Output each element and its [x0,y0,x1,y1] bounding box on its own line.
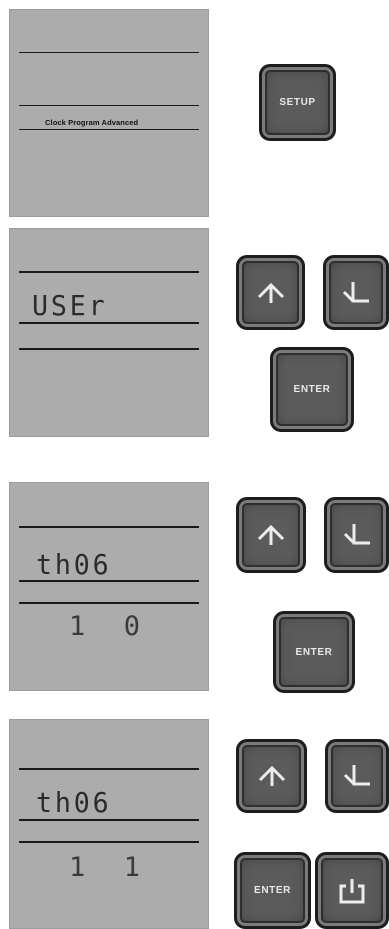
lcd-separator [19,526,199,528]
lcd-main-readout: th06 [36,548,112,581]
lcd-main-readout: th06 [36,786,112,819]
enter-button-label: ENTER [295,646,333,658]
enter-button[interactable]: ENTER [273,611,355,693]
lcd-separator [19,105,199,106]
enter-button[interactable]: ENTER [270,347,354,432]
arrow-up-icon [257,282,284,303]
lcd-separator [19,768,199,770]
enter-button-label: ENTER [254,885,291,896]
arrow-down-icon [342,281,369,302]
power-icon [339,878,365,903]
down-button[interactable] [323,255,389,330]
lcd-display-user: USEr [9,228,209,437]
enter-button-label: ENTER [293,384,331,395]
up-button[interactable] [236,497,306,573]
lcd-sub-readout: 1 1 [69,852,143,883]
lcd-separator [19,52,199,53]
lcd-menu-caption: Clock Program Advanced [45,118,139,127]
lcd-separator [19,819,199,821]
setup-button-label: SETUP [279,97,316,108]
power-button[interactable] [315,852,389,929]
setup-button[interactable]: SETUP [259,64,336,141]
lcd-main-readout: USEr [32,289,108,322]
lcd-separator [19,841,199,843]
enter-button[interactable]: ENTER [234,852,311,929]
lcd-separator [19,348,199,350]
lcd-display-th06-b: th06 1 1 [9,719,209,929]
lcd-display-setup: Clock Program Advanced [9,9,209,217]
lcd-separator [19,129,199,130]
arrow-up-icon [258,765,285,786]
lcd-separator [19,602,199,604]
lcd-display-th06-a: th06 1 0 [9,482,209,691]
arrow-down-icon [343,765,370,786]
lcd-separator [19,580,199,582]
arrow-down-icon [343,524,370,545]
arrow-up-icon [257,524,285,545]
down-button[interactable] [325,739,389,813]
lcd-separator [19,271,199,273]
down-button[interactable] [324,497,389,573]
lcd-sub-readout: 1 0 [69,611,143,642]
up-button[interactable] [236,739,307,813]
up-button[interactable] [236,255,305,330]
lcd-separator [19,322,199,324]
